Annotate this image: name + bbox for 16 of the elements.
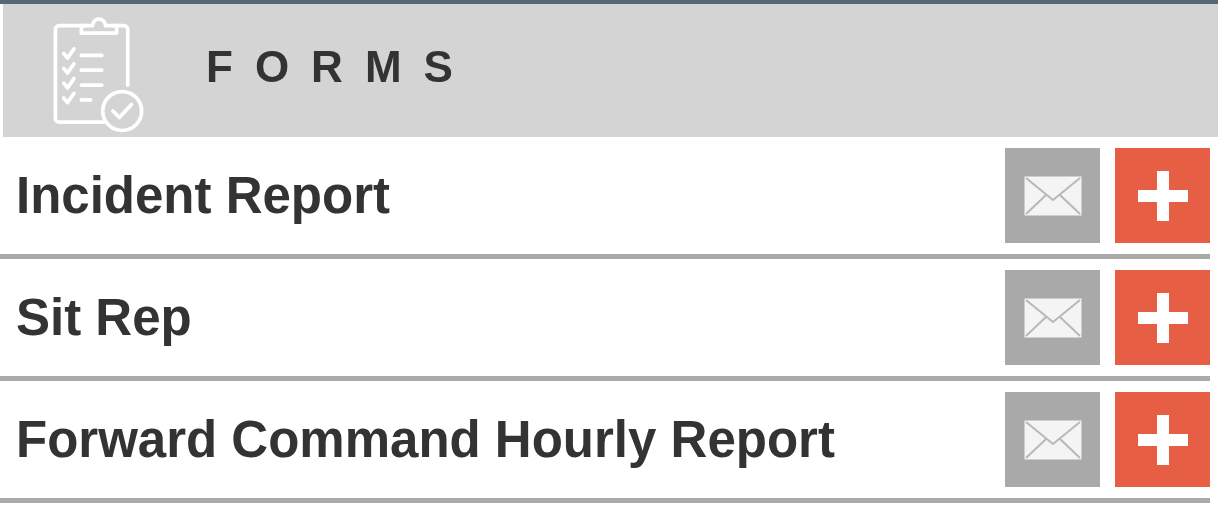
form-name[interactable]: Incident Report	[16, 166, 990, 225]
envelope-icon	[1023, 175, 1082, 216]
plus-icon	[1137, 170, 1188, 221]
add-button[interactable]	[1115, 392, 1210, 487]
envelope-icon	[1023, 419, 1082, 460]
plus-icon	[1137, 292, 1188, 343]
envelope-icon	[1023, 297, 1082, 338]
section-title: FORMS	[206, 41, 475, 92]
add-button[interactable]	[1115, 270, 1210, 365]
form-name[interactable]: Sit Rep	[16, 288, 990, 347]
email-button[interactable]	[1005, 148, 1100, 243]
plus-icon	[1137, 414, 1188, 465]
add-button[interactable]	[1115, 148, 1210, 243]
form-name[interactable]: Forward Command Hourly Report	[16, 410, 990, 469]
email-button[interactable]	[1005, 392, 1100, 487]
email-button[interactable]	[1005, 270, 1100, 365]
